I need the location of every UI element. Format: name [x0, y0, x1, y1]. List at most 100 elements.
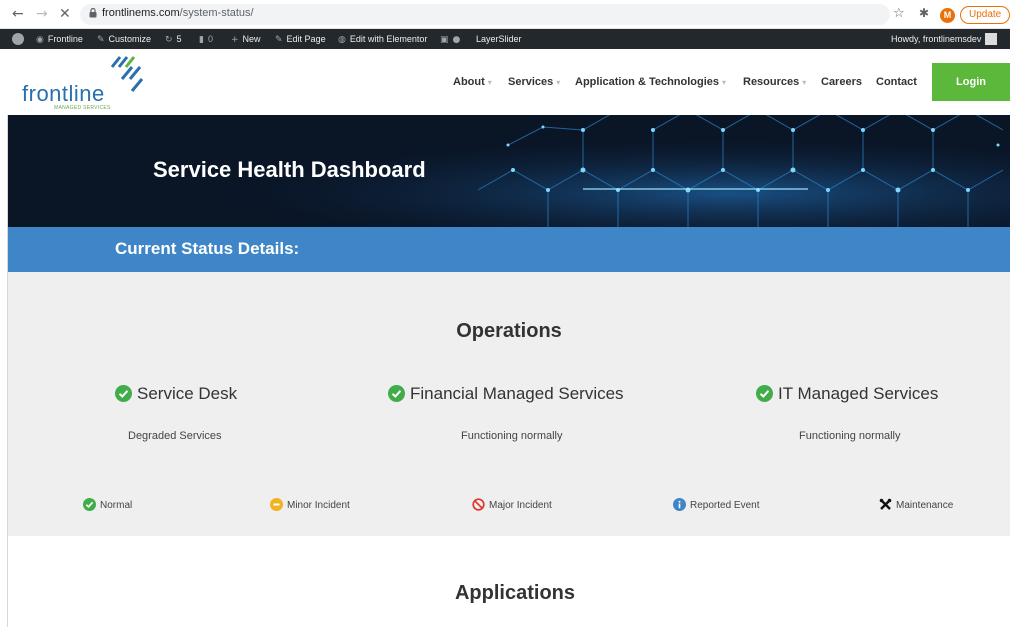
check-circle-icon [388, 384, 405, 402]
service-status-text: Functioning normally [799, 430, 901, 442]
prohibited-icon [472, 498, 485, 511]
legend-label: Normal [100, 500, 133, 512]
service-name: IT Managed Services [778, 384, 939, 403]
brush-icon: ✎ [97, 35, 105, 45]
site-header: frontline MANAGED SERVICES About ▾ Servic… [0, 49, 1010, 115]
service-name: Financial Managed Services [410, 384, 624, 403]
status-details-bar: Current Status Details: [8, 227, 1010, 272]
admin-edit-page-link[interactable]: ✎ Edit Page [275, 29, 326, 49]
nav-item-about[interactable]: About ▾ [453, 49, 492, 115]
dashboard-icon: ◉ [36, 35, 44, 45]
pencil-icon: ✎ [275, 35, 283, 45]
admin-customize-link[interactable]: ✎ Customize [97, 29, 151, 49]
service-service-desk: Service Desk [115, 384, 237, 404]
url-domain: frontlinems.com [102, 7, 180, 19]
admin-account-link[interactable]: Howdy, frontlinemsdev [891, 29, 998, 49]
url-path: /system-status/ [179, 7, 254, 19]
check-circle-icon [83, 498, 96, 511]
nav-item-resources[interactable]: Resources ▾ [743, 49, 806, 115]
frontline-logo[interactable]: frontline MANAGED SERVICES [22, 53, 157, 111]
nav-contact-label: Contact [876, 76, 917, 88]
tools-icon [879, 498, 892, 511]
user-avatar-icon [985, 32, 998, 45]
legend-reported-event: Reported Event [673, 498, 760, 512]
admin-elementor-label: Edit with Elementor [349, 34, 428, 44]
wordpress-logo-icon[interactable] [12, 29, 24, 49]
service-it-managed-services: IT Managed Services [756, 384, 938, 404]
hero-banner: Service Health Dashboard [8, 115, 1010, 227]
page-title: Service Health Dashboard [153, 157, 426, 182]
nav-item-application-technologies[interactable]: Application & Technologies ▾ [575, 49, 726, 115]
nav-about-label: About [453, 76, 485, 88]
profile-avatar[interactable]: M [940, 8, 955, 23]
nav-item-contact[interactable]: Contact [876, 49, 917, 115]
admin-yoast-link[interactable]: ▣ ● [440, 29, 464, 49]
address-bar[interactable]: frontlinems.com/system-status/ [80, 4, 890, 25]
admin-comments-link[interactable]: ▮ 0 [199, 29, 213, 49]
nav-item-careers[interactable]: Careers [821, 49, 862, 115]
logo-stripes-icon [110, 56, 144, 92]
admin-layerslider-link[interactable]: LayerSlider [476, 29, 522, 49]
service-status-text: Functioning normally [461, 430, 563, 442]
back-arrow-icon[interactable]: ← [12, 6, 24, 22]
nav-resources-label: Resources [743, 76, 800, 88]
comments-count: 0 [207, 34, 213, 44]
plus-icon: + [231, 35, 239, 45]
operations-panel: Operations Service Desk Financial Manage… [8, 272, 1010, 536]
legend-label: Major Incident [489, 500, 552, 512]
admin-site-label: Frontline [47, 34, 83, 44]
url-text: frontlinems.com/system-status/ [102, 7, 254, 19]
legend-label: Maintenance [896, 500, 954, 512]
admin-elementor-link[interactable]: ◍ Edit with Elementor [338, 29, 427, 49]
yoast-icon: ▣ [440, 35, 449, 45]
forward-arrow-icon[interactable]: → [36, 6, 48, 22]
service-financial-managed-services: Financial Managed Services [388, 384, 624, 404]
legend-label: Minor Incident [287, 500, 350, 512]
updates-count: 5 [176, 34, 182, 44]
minus-circle-icon [270, 498, 283, 511]
logo-wordmark: frontline [22, 81, 105, 106]
nav-services-label: Services [508, 76, 554, 88]
admin-layerslider-label: LayerSlider [476, 34, 522, 44]
chevron-down-icon: ▾ [487, 78, 492, 87]
legend-maintenance: Maintenance [879, 498, 954, 512]
legend-label: Reported Event [690, 500, 760, 512]
page: ← → ✕ frontlinems.com/system-status/ ☆ ✱… [0, 0, 1010, 627]
applications-heading: Applications [454, 582, 575, 604]
admin-howdy-label: Howdy, frontlinemsdev [891, 34, 982, 44]
status-dot-icon: ● [452, 35, 461, 45]
legend-major-incident: Major Incident [472, 498, 552, 512]
admin-site-link[interactable]: ◉ Frontline [36, 29, 83, 49]
nav-apptech-label: Application & Technologies [575, 76, 720, 88]
admin-edit-page-label: Edit Page [286, 34, 326, 44]
wp-admin-bar: ◉ Frontline ✎ Customize ↻ 5 ▮ 0 + New ✎ Edit P… [0, 29, 1010, 49]
info-circle-icon [673, 498, 686, 511]
bookmark-star-icon[interactable]: ☆ [893, 6, 905, 21]
admin-new-link[interactable]: + New [231, 29, 261, 49]
check-circle-icon [115, 384, 132, 402]
lock-icon [89, 8, 97, 18]
browser-toolbar: ← → ✕ frontlinems.com/system-status/ ☆ ✱… [0, 0, 1010, 29]
stop-loading-icon[interactable]: ✕ [59, 6, 71, 22]
operations-heading: Operations [456, 320, 562, 342]
elementor-icon: ◍ [338, 35, 346, 45]
service-status-text: Degraded Services [128, 430, 222, 442]
admin-updates-link[interactable]: ↻ 5 [165, 29, 182, 49]
chevron-down-icon: ▾ [556, 78, 561, 87]
legend-minor-incident: Minor Incident [270, 498, 350, 512]
login-button[interactable]: Login [932, 63, 1010, 101]
extensions-icon[interactable]: ✱ [919, 6, 929, 20]
check-circle-icon [756, 384, 773, 402]
nav-careers-label: Careers [821, 76, 862, 88]
legend-normal: Normal [83, 498, 133, 512]
logo-tagline: MANAGED SERVICES [54, 105, 111, 111]
window-left-edge [0, 49, 8, 627]
admin-customize-label: Customize [108, 34, 152, 44]
update-button[interactable]: Update [960, 6, 1010, 24]
admin-new-label: New [242, 34, 261, 44]
chevron-down-icon: ▾ [802, 78, 807, 87]
refresh-icon: ↻ [165, 35, 173, 45]
service-name: Service Desk [137, 384, 238, 403]
comment-icon: ▮ [199, 35, 204, 45]
nav-item-services[interactable]: Services ▾ [508, 49, 560, 115]
